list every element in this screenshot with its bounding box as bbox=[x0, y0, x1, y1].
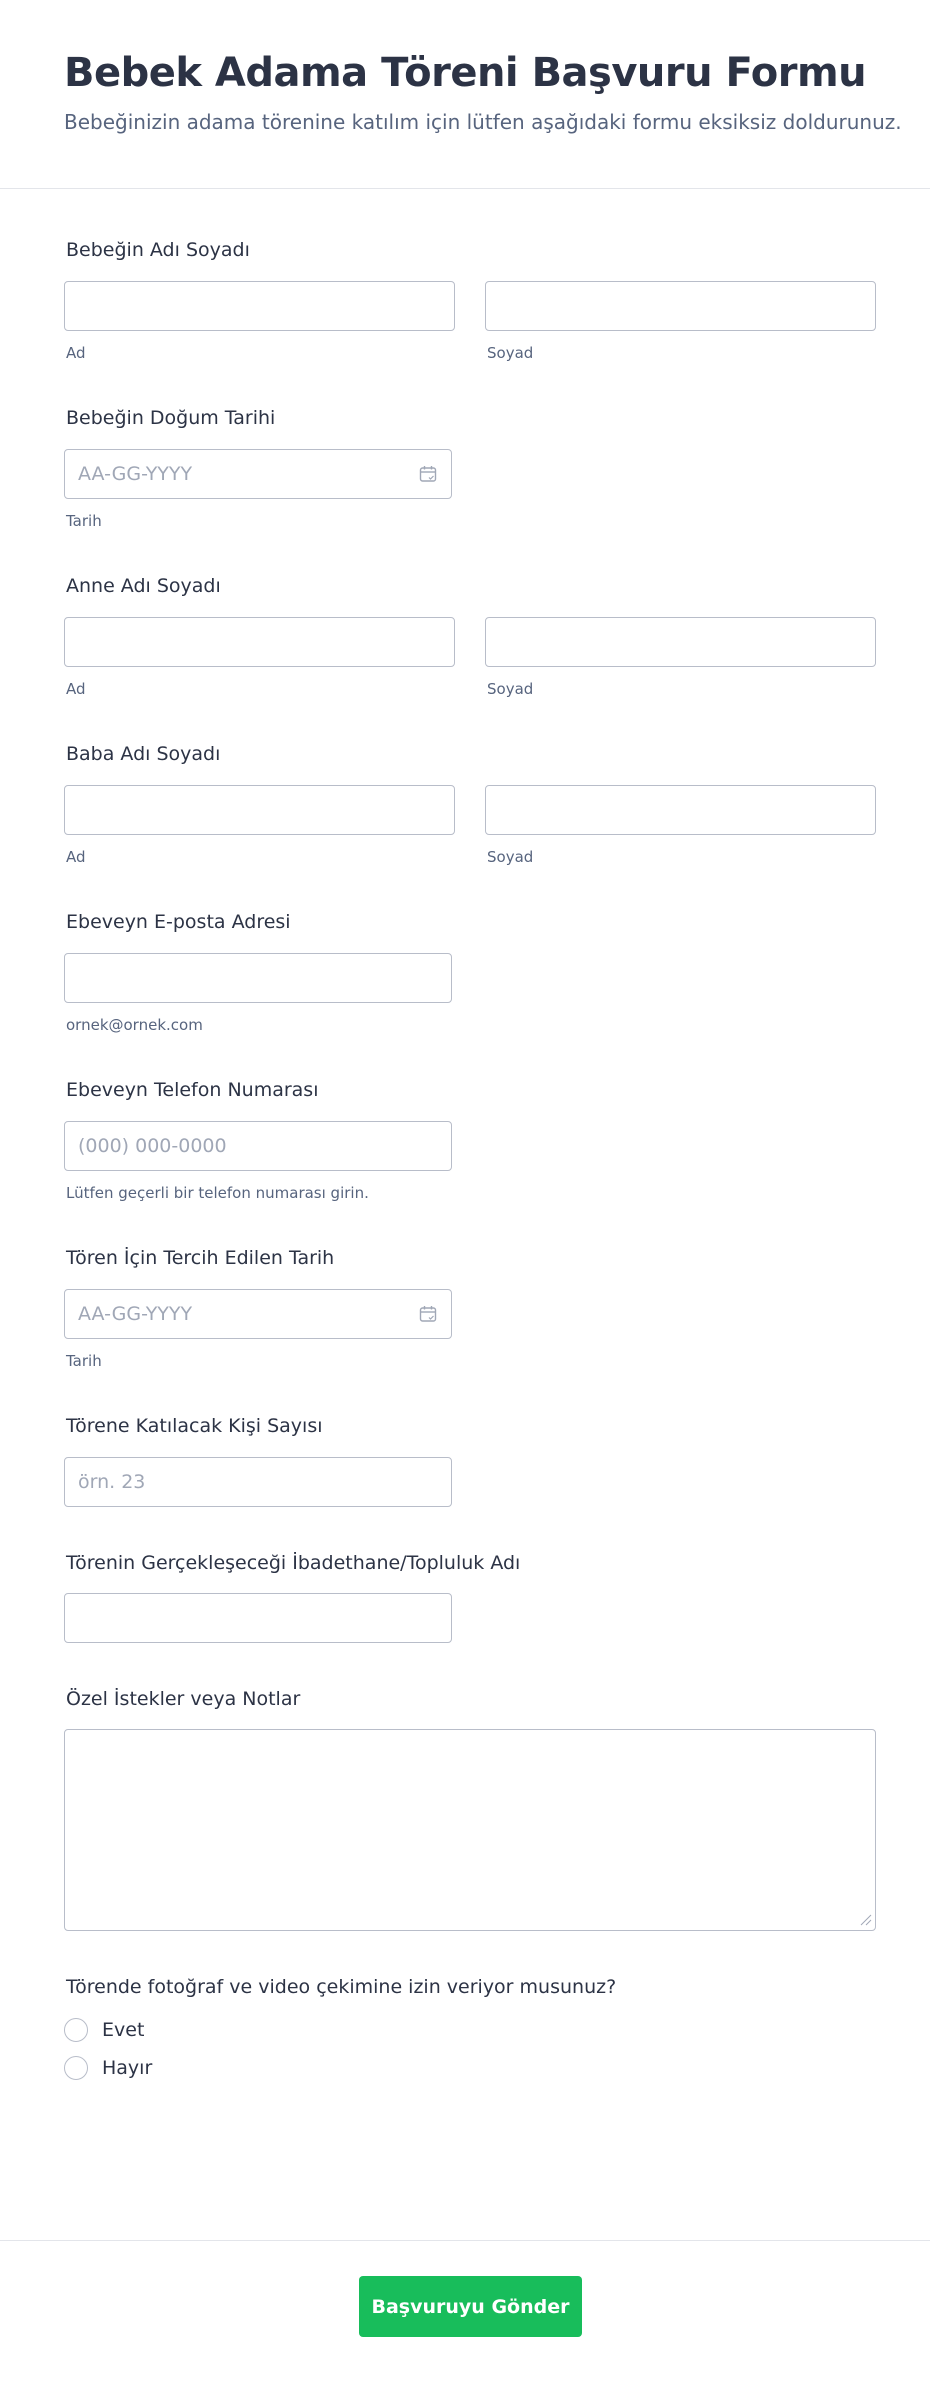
parent-email-input[interactable] bbox=[64, 953, 452, 1003]
calendar-icon[interactable] bbox=[419, 465, 437, 483]
baby-last-name-input[interactable] bbox=[485, 281, 876, 331]
ceremony-date-input[interactable] bbox=[64, 1289, 452, 1339]
radio-button[interactable] bbox=[64, 2056, 88, 2080]
calendar-icon[interactable] bbox=[419, 1305, 437, 1323]
form-subtitle: Bebeğinizin adama törenine katılım için … bbox=[64, 110, 902, 134]
baby-name-label: Bebeğin Adı Soyadı bbox=[66, 239, 250, 261]
mother-name-label: Anne Adı Soyadı bbox=[66, 575, 221, 597]
baby-birth-date-input[interactable] bbox=[64, 449, 452, 499]
radio-option-label: Hayır bbox=[102, 2057, 153, 2079]
resize-grip-icon[interactable] bbox=[858, 1912, 872, 1926]
form-header: Bebek Adama Töreni Başvuru Formu Bebeğin… bbox=[0, 0, 930, 189]
father-last-name-sublabel: Soyad bbox=[487, 848, 534, 866]
mother-first-name-input[interactable] bbox=[64, 617, 455, 667]
father-name-label: Baba Adı Soyadı bbox=[66, 743, 221, 765]
radio-option-label: Evet bbox=[102, 2019, 145, 2041]
father-last-name-input[interactable] bbox=[485, 785, 876, 835]
father-first-name-input[interactable] bbox=[64, 785, 455, 835]
radio-option-evet[interactable]: Evet bbox=[64, 2018, 144, 2042]
photo-consent-label: Törende fotoğraf ve video çekimine izin … bbox=[66, 1976, 617, 1998]
parent-phone-input[interactable] bbox=[64, 1121, 452, 1171]
special-requests-label: Özel İstekler veya Notlar bbox=[66, 1688, 301, 1710]
mother-last-name-input[interactable] bbox=[485, 617, 876, 667]
ceremony-date-label: Tören İçin Tercih Edilen Tarih bbox=[66, 1247, 335, 1269]
father-first-name-sublabel: Ad bbox=[66, 848, 86, 866]
baby-last-name-sublabel: Soyad bbox=[487, 344, 534, 362]
venue-name-label: Törenin Gerçekleşeceği İbadethane/Toplul… bbox=[66, 1552, 521, 1574]
attendee-count-label: Törene Katılacak Kişi Sayısı bbox=[66, 1415, 323, 1437]
attendee-count-input[interactable] bbox=[64, 1457, 452, 1507]
mother-last-name-sublabel: Soyad bbox=[487, 680, 534, 698]
parent-email-label: Ebeveyn E-posta Adresi bbox=[66, 911, 291, 933]
form-title: Bebek Adama Töreni Başvuru Formu bbox=[64, 50, 867, 96]
special-requests-textarea[interactable] bbox=[64, 1729, 876, 1931]
radio-option-hayir[interactable]: Hayır bbox=[64, 2056, 152, 2080]
baby-birth-date-label: Bebeğin Doğum Tarihi bbox=[66, 407, 276, 429]
parent-phone-label: Ebeveyn Telefon Numarası bbox=[66, 1079, 319, 1101]
baby-birth-date-sublabel: Tarih bbox=[66, 512, 102, 530]
mother-first-name-sublabel: Ad bbox=[66, 680, 86, 698]
ceremony-date-sublabel: Tarih bbox=[66, 1352, 102, 1370]
parent-phone-sublabel: Lütfen geçerli bir telefon numarası giri… bbox=[66, 1184, 369, 1202]
baby-first-name-sublabel: Ad bbox=[66, 344, 86, 362]
venue-name-input[interactable] bbox=[64, 1593, 452, 1643]
parent-email-sublabel: ornek@ornek.com bbox=[66, 1016, 203, 1034]
submit-button[interactable]: Başvuruyu Gönder bbox=[359, 2276, 582, 2337]
radio-button[interactable] bbox=[64, 2018, 88, 2042]
baby-first-name-input[interactable] bbox=[64, 281, 455, 331]
